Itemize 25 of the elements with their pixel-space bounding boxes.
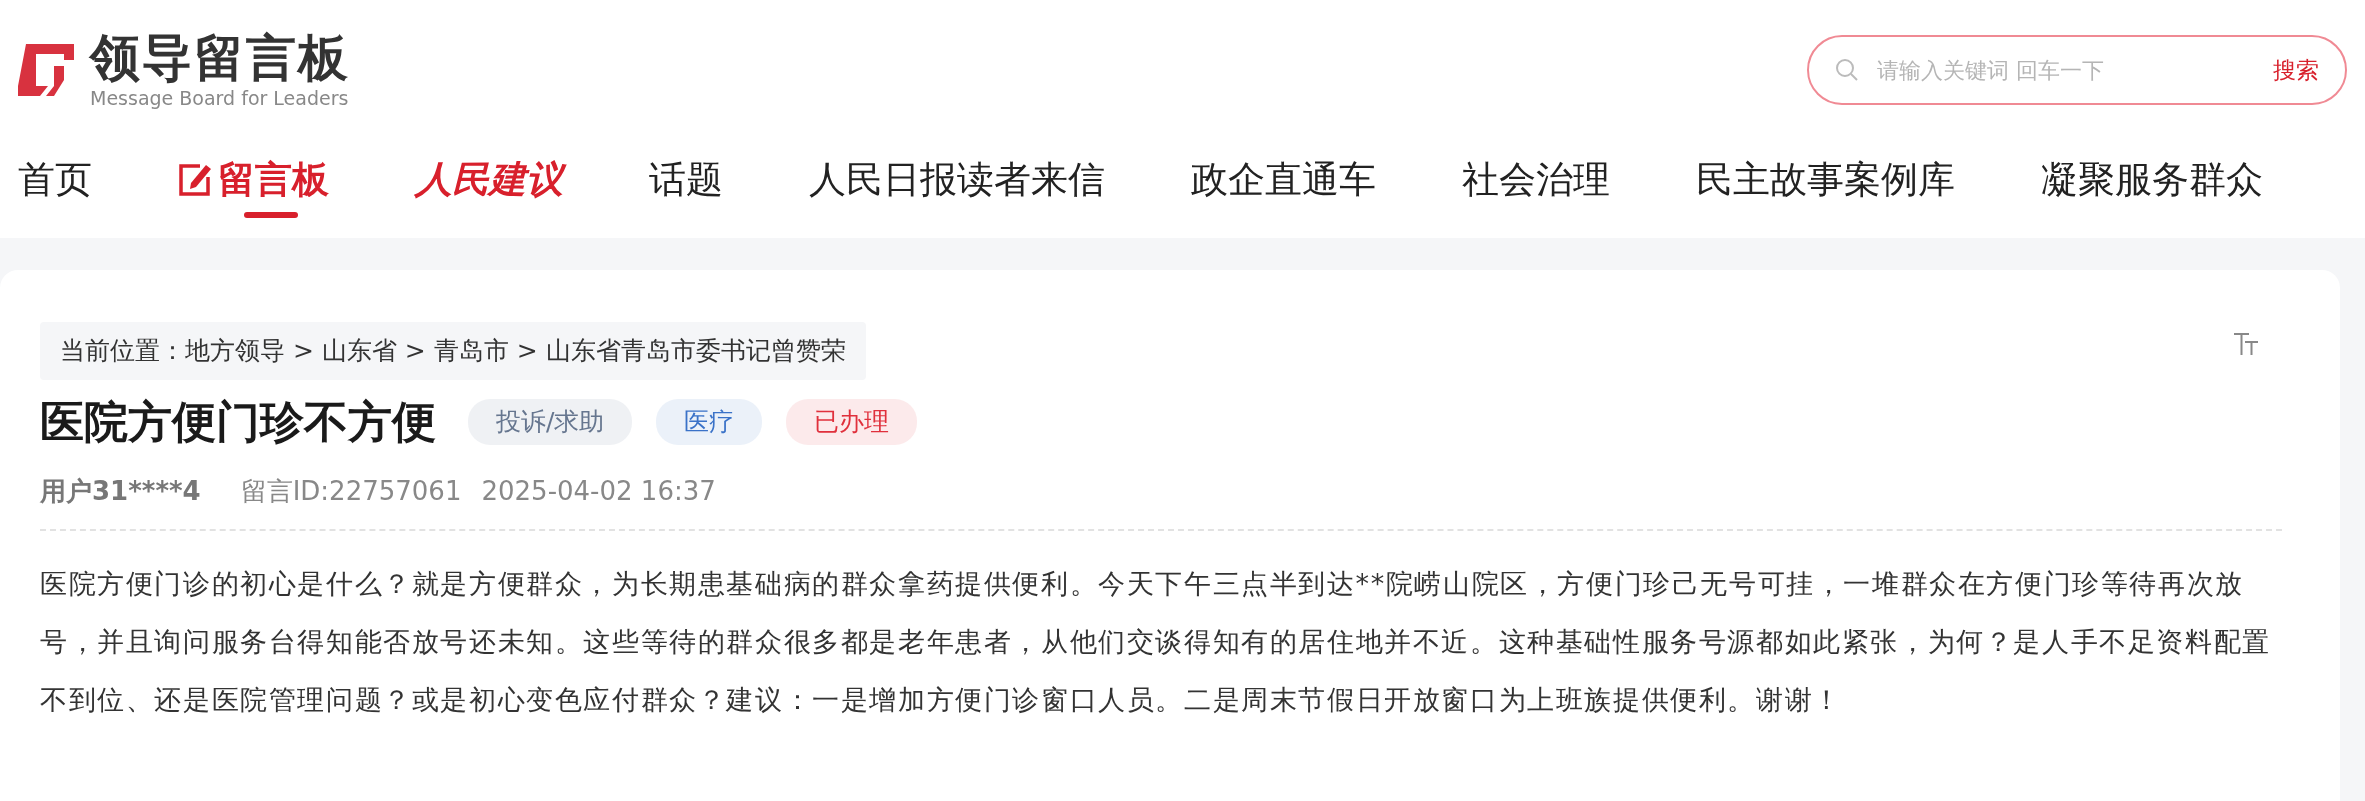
logo-title: 领导留言板 (90, 32, 350, 83)
search-icon (1835, 58, 1859, 82)
nav-tab[interactable]: 首页 (18, 140, 135, 220)
user-name: 用户31****4 (40, 475, 201, 509)
nav-tab[interactable]: 人民建议 (372, 140, 606, 220)
nav-tab[interactable]: 话题 (606, 140, 766, 220)
message-title: 医院方便门珍不方便 (40, 395, 436, 449)
search-field[interactable]: 请输入关键词 回车一下 搜索 (1807, 35, 2347, 105)
font-size-icon[interactable] (2234, 332, 2260, 356)
logo-subtitle: Message Board for Leaders (90, 88, 350, 108)
edit-icon (178, 163, 212, 197)
post-time: 2025-04-02 16:37 (481, 475, 716, 509)
message-body: 医院方便门诊的初心是什么？就是方便群众，为长期患基础病的群众拿药提供便利。今天下午三点半到达**院崂山院区，方便门珍己无号可挂，一堆群众在方便门珍等待再次放号，并且询问服务台得知能否放号还未知。这些等待的群众很多都是老年患者，从他们交谈得知有的居住地并不近。这种基础性服务号源都如此紧张，为何？是人手不足资料配置不到位、还是医院管理问题？或是初心变色应付群众？建议：一是增加方便门诊窗口人员。二是周末节假日开放窗口为上班族提供便利。谢谢！ (40, 567, 2272, 718)
nav-tab[interactable]: 留言板 (135, 140, 372, 220)
breadcrumb: 当前位置：地方领导 > 山东省 > 青岛市 > 山东省青岛市委书记曾赞荣 (40, 322, 866, 380)
message-id: 留言ID:22757061 (240, 475, 462, 509)
category-tag: 投诉/求助 (468, 399, 633, 445)
nav-tab[interactable]: 凝聚服务群众 (1998, 140, 2306, 220)
nav-tab[interactable]: 政企直通车 (1148, 140, 1419, 220)
nav-tab[interactable]: 民主故事案例库 (1653, 140, 1998, 220)
search-button[interactable]: 搜索 (2273, 52, 2319, 88)
category-tag: 已办理 (786, 399, 918, 445)
category-tag: 医疗 (656, 399, 763, 445)
nav-tab[interactable]: 社会治理 (1419, 140, 1653, 220)
nav-tab[interactable]: 人民日报读者来信 (766, 140, 1148, 220)
